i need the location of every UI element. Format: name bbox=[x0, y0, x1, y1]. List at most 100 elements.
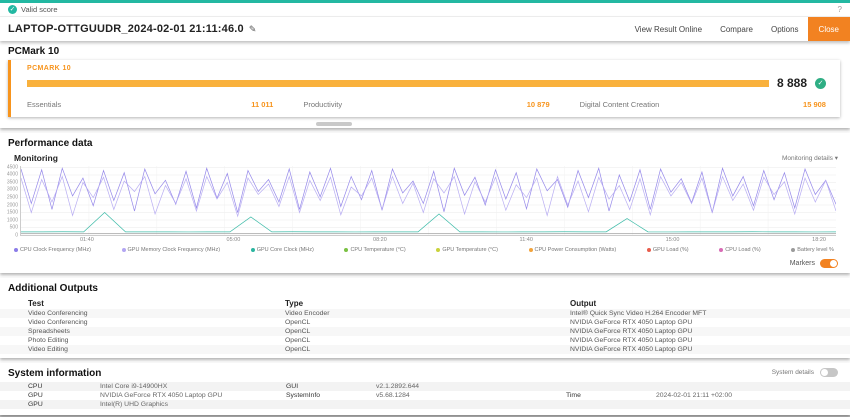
legend-item[interactable]: Battery level % bbox=[791, 247, 834, 253]
help-icon[interactable]: ? bbox=[838, 5, 842, 14]
result-title: LAPTOP-OTTGUUDR_2024-02-01 21:11:46.0 bbox=[8, 23, 244, 35]
type-cell: OpenCL bbox=[285, 346, 570, 353]
legend-label: GPU Memory Clock Frequency (MHz) bbox=[128, 247, 221, 253]
scrollbar-thumb[interactable] bbox=[316, 122, 352, 126]
valid-check-icon: ✓ bbox=[8, 5, 17, 14]
chart-x-axis: 01:4005:0008:2011:4015:0018:20 bbox=[80, 237, 826, 243]
score-card-label: PCMARK 10 bbox=[27, 65, 826, 72]
performance-data-title: Performance data bbox=[0, 133, 850, 152]
performance-section: Performance data Monitoring Monitoring d… bbox=[0, 133, 850, 273]
view-result-online-button[interactable]: View Result Online bbox=[626, 17, 711, 41]
y-tick-label: 3500 bbox=[7, 180, 18, 185]
legend-label: CPU Power Consumption (Watts) bbox=[535, 247, 617, 253]
column-header-output: Output bbox=[570, 299, 850, 308]
subscore-label: Productivity bbox=[303, 100, 342, 109]
sysinfo-value: v5.68.1284 bbox=[376, 392, 566, 399]
sysinfo-value: v2.1.2892.644 bbox=[376, 383, 566, 390]
additional-outputs-section: Additional Outputs Test Type Output Vide… bbox=[0, 278, 850, 358]
sysinfo-value: NVIDIA GeForce RTX 4050 Laptop GPU bbox=[100, 392, 286, 399]
status-bar: ✓ Valid score ? bbox=[0, 3, 850, 17]
legend-dot-icon bbox=[436, 248, 440, 252]
legend-item[interactable]: CPU Power Consumption (Watts) bbox=[529, 247, 617, 253]
outputs-table-body: Video ConferencingVideo EncoderIntel® Qu… bbox=[0, 309, 850, 354]
additional-outputs-title: Additional Outputs bbox=[0, 278, 850, 297]
output-cell: NVIDIA GeForce RTX 4050 Laptop GPU bbox=[570, 319, 850, 326]
chart-plot-area bbox=[20, 166, 836, 236]
type-cell: Video Encoder bbox=[285, 310, 570, 317]
subscore-label: Essentials bbox=[27, 100, 61, 109]
legend-label: GPU Core Clock (MHz) bbox=[257, 247, 314, 253]
subscore-label: Digital Content Creation bbox=[580, 100, 660, 109]
x-tick-label: 11:40 bbox=[520, 237, 533, 243]
type-cell: OpenCL bbox=[285, 319, 570, 326]
chevron-down-icon: ▾ bbox=[835, 155, 838, 162]
y-tick-label: 4000 bbox=[7, 173, 18, 178]
outputs-table-header: Test Type Output bbox=[0, 297, 850, 309]
status-text: Valid score bbox=[21, 5, 58, 14]
chart-y-axis: 050010001500200025003000350040004500 bbox=[6, 166, 20, 236]
sysinfo-label: GPU bbox=[28, 392, 100, 399]
sysinfo-label: GPU bbox=[28, 401, 100, 408]
score-valid-check-icon: ✓ bbox=[815, 78, 826, 89]
y-tick-label: 0 bbox=[15, 234, 18, 239]
system-information-title: System information bbox=[0, 363, 101, 382]
sysinfo-row: GPUNVIDIA GeForce RTX 4050 Laptop GPUSys… bbox=[0, 391, 850, 400]
subscore-value: 15 908 bbox=[803, 100, 826, 109]
overall-score: 8 888 bbox=[777, 76, 807, 90]
subscore-productivity: Productivity 10 879 bbox=[303, 100, 549, 109]
legend-label: CPU Load (%) bbox=[725, 247, 760, 253]
y-tick-label: 4500 bbox=[7, 165, 18, 170]
legend-dot-icon bbox=[791, 248, 795, 252]
test-cell: Video Conferencing bbox=[28, 319, 285, 326]
close-button[interactable]: Close bbox=[808, 17, 850, 41]
sysinfo-value: Intel Core i9-14900HX bbox=[100, 383, 286, 390]
subscore-essentials: Essentials 11 011 bbox=[27, 100, 273, 109]
y-tick-label: 1500 bbox=[7, 211, 18, 216]
subscore-digital-content-creation: Digital Content Creation 15 908 bbox=[580, 100, 826, 109]
y-tick-label: 2000 bbox=[7, 203, 18, 208]
monitoring-header: Monitoring Monitoring details ▾ bbox=[0, 152, 850, 164]
compare-button[interactable]: Compare bbox=[711, 17, 762, 41]
sysinfo-value: 2024-02-01 21:11 +02:00 bbox=[656, 392, 850, 399]
markers-toggle[interactable] bbox=[820, 259, 838, 268]
markers-label: Markers bbox=[790, 260, 815, 267]
legend-dot-icon bbox=[529, 248, 533, 252]
monitoring-details-link[interactable]: Monitoring details ▾ bbox=[782, 154, 838, 162]
sysinfo-label: SystemInfo bbox=[286, 392, 376, 399]
score-bar bbox=[27, 80, 769, 87]
x-tick-label: 15:00 bbox=[666, 237, 680, 243]
monitoring-chart: 050010001500200025003000350040004500 bbox=[6, 166, 836, 236]
type-cell: OpenCL bbox=[285, 328, 570, 335]
legend-item[interactable]: CPU Temperature (°C) bbox=[344, 247, 405, 253]
output-cell: NVIDIA GeForce RTX 4050 Laptop GPU bbox=[570, 337, 850, 344]
table-row: Photo EditingOpenCLNVIDIA GeForce RTX 40… bbox=[0, 336, 850, 345]
legend-label: CPU Temperature (°C) bbox=[350, 247, 405, 253]
sysinfo-label: Time bbox=[566, 392, 656, 399]
legend-item[interactable]: GPU Load (%) bbox=[647, 247, 689, 253]
subscore-value: 11 011 bbox=[251, 100, 273, 109]
legend-item[interactable]: GPU Core Clock (MHz) bbox=[251, 247, 314, 253]
options-button[interactable]: Options bbox=[762, 17, 808, 41]
x-tick-label: 05:00 bbox=[227, 237, 241, 243]
sysinfo-value: Intel(R) UHD Graphics bbox=[100, 401, 286, 408]
table-row: SpreadsheetsOpenCLNVIDIA GeForce RTX 405… bbox=[0, 327, 850, 336]
legend-item[interactable]: CPU Clock Frequency (MHz) bbox=[14, 247, 91, 253]
y-tick-label: 3000 bbox=[7, 188, 18, 193]
output-cell: NVIDIA GeForce RTX 4050 Laptop GPU bbox=[570, 346, 850, 353]
edit-icon[interactable]: ✎ bbox=[249, 24, 257, 35]
legend-item[interactable]: CPU Load (%) bbox=[719, 247, 760, 253]
x-tick-label: 08:20 bbox=[373, 237, 387, 243]
score-bar-row: 8 888 ✓ bbox=[27, 76, 826, 90]
legend-item[interactable]: GPU Temperature (°C) bbox=[436, 247, 498, 253]
table-row: Video EditingOpenCLNVIDIA GeForce RTX 40… bbox=[0, 345, 850, 354]
legend-item[interactable]: GPU Memory Clock Frequency (MHz) bbox=[122, 247, 221, 253]
table-row: Video ConferencingOpenCLNVIDIA GeForce R… bbox=[0, 318, 850, 327]
type-cell: OpenCL bbox=[285, 337, 570, 344]
system-information-section: System information System details CPUInt… bbox=[0, 363, 850, 415]
sysinfo-label: GUI bbox=[286, 383, 376, 390]
legend-label: GPU Temperature (°C) bbox=[442, 247, 498, 253]
x-tick-label: 01:40 bbox=[80, 237, 94, 243]
system-information-header: System information System details bbox=[0, 363, 850, 382]
legend-dot-icon bbox=[14, 248, 18, 252]
system-details-toggle[interactable] bbox=[820, 368, 838, 377]
